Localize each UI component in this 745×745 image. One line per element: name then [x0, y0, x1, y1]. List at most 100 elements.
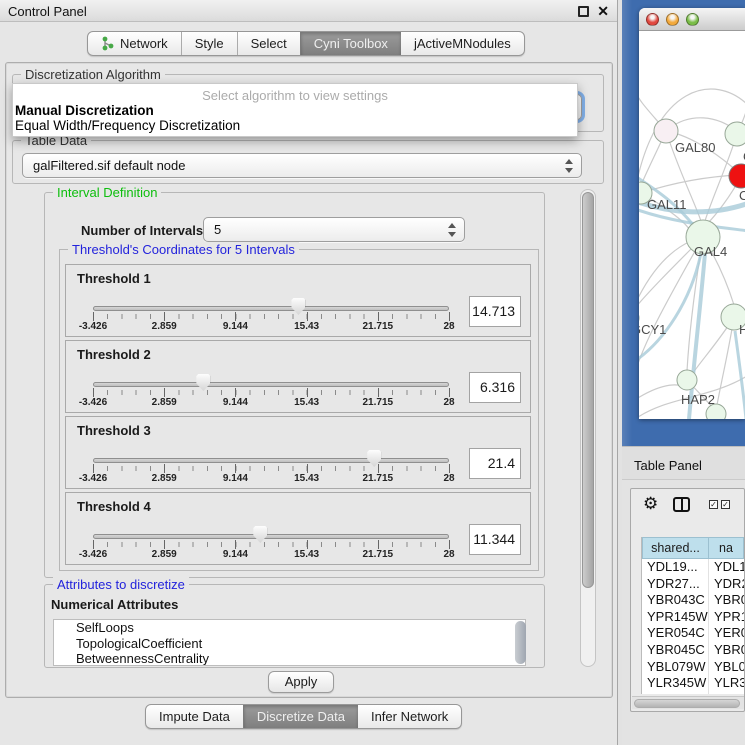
numerical-attributes-list[interactable]: SelfLoopsTopologicalCoefficientBetweenne…: [53, 619, 526, 666]
attribute-list-item[interactable]: TopologicalCoefficient: [54, 636, 525, 652]
table-data-combo[interactable]: galFiltered.sif default node: [22, 153, 582, 178]
table-row[interactable]: YLR345WYLR3: [642, 675, 744, 692]
slider-track[interactable]: [93, 382, 449, 387]
table-cell-shared-name[interactable]: YPR145W: [642, 609, 709, 626]
threshold-value-field[interactable]: 11.344: [469, 524, 521, 555]
tab-discretize-data[interactable]: Discretize Data: [243, 705, 358, 728]
slider-major-tick: [378, 464, 379, 473]
network-edge-highlighted: [639, 253, 701, 361]
table-row[interactable]: YBR043CYBR0: [642, 592, 744, 609]
table-cell-shared-name[interactable]: YIL052C: [642, 692, 709, 694]
table-cell-name[interactable]: YBR0: [709, 592, 744, 609]
slider-thumb[interactable]: [196, 374, 210, 391]
slider-thumb[interactable]: [253, 526, 267, 543]
control-panel-titlebar: Control Panel ✕: [0, 0, 617, 22]
slider-major-tick: [235, 464, 236, 473]
network-node[interactable]: [725, 122, 745, 146]
close-panel-icon[interactable]: ✕: [597, 3, 609, 20]
slider-tick-label: -3.426: [79, 473, 107, 484]
float-window-icon[interactable]: [578, 6, 589, 17]
table-cell-name[interactable]: YBL0: [709, 659, 744, 676]
table-row[interactable]: YDL19...YDL1: [642, 559, 744, 576]
slider-thumb[interactable]: [367, 450, 381, 467]
table-cell-shared-name[interactable]: YDL19...: [642, 559, 709, 576]
close-traffic-light[interactable]: [646, 13, 659, 26]
slider-track[interactable]: [93, 534, 449, 539]
network-canvas[interactable]: GAL80GAGAL11CGAL4GCY1HHAP2: [639, 31, 745, 419]
table-cell-name[interactable]: YDL1: [709, 559, 744, 576]
slider-major-tick: [93, 312, 94, 321]
slider-tick-label: 28: [443, 549, 454, 560]
tab-network[interactable]: Network: [88, 32, 181, 55]
slider-track[interactable]: [93, 306, 449, 311]
table-cell-name[interactable]: YPR1: [709, 609, 744, 626]
attribute-list-item[interactable]: SelfLoops: [54, 620, 525, 636]
threshold-value-field[interactable]: 6.316: [469, 372, 521, 403]
tab-select-label: Select: [251, 36, 287, 51]
table-row[interactable]: YER054CYER0: [642, 625, 744, 642]
table-cell-shared-name[interactable]: YBR043C: [642, 592, 709, 609]
table-row[interactable]: YIL052CYIL0: [642, 692, 744, 694]
attributes-list-scrollbar[interactable]: [515, 621, 526, 664]
threshold-label: Threshold 1: [77, 271, 151, 286]
number-of-intervals-value: 5: [214, 222, 221, 237]
table-horizontal-scrollbar-thumb[interactable]: [634, 699, 740, 708]
slider-major-tick: [449, 540, 450, 549]
slider-tick-label: 28: [443, 473, 454, 484]
table-cell-shared-name[interactable]: YLR345W: [642, 675, 709, 692]
algorithm-dropdown-popup: Select algorithm to view settings Manual…: [12, 83, 578, 137]
number-of-intervals-combo[interactable]: 5: [203, 217, 465, 242]
threshold-value-field[interactable]: 14.713: [469, 296, 521, 327]
tab-style[interactable]: Style: [181, 32, 237, 55]
slider-tick-label: 21.715: [363, 397, 394, 408]
slider-track[interactable]: [93, 458, 449, 463]
network-node-label: HAP2: [681, 392, 715, 407]
threshold-label: Threshold 4: [77, 499, 151, 514]
slider-tick-label: 9.144: [223, 397, 248, 408]
attribute-list-item[interactable]: BetweennessCentrality: [54, 651, 525, 666]
network-node-label: H: [739, 322, 745, 337]
slider-thumb[interactable]: [291, 298, 305, 315]
table-horizontal-scrollbar[interactable]: [632, 696, 744, 709]
table-cell-name[interactable]: YLR3: [709, 675, 744, 692]
attributes-title: Attributes to discretize: [53, 577, 189, 592]
table-cell-name[interactable]: YBR0: [709, 642, 744, 659]
minimize-traffic-light[interactable]: [666, 13, 679, 26]
table-cell-shared-name[interactable]: YDR27...: [642, 576, 709, 593]
slider-major-tick: [307, 464, 308, 473]
network-view-frame: GAL80GAGAL11CGAL4GCY1HHAP2: [622, 0, 745, 446]
table-row[interactable]: YDR27...YDR2: [642, 576, 744, 593]
network-node-label: C: [739, 188, 745, 203]
apply-button[interactable]: Apply: [268, 671, 334, 693]
algorithm-option-manual[interactable]: Manual Discretization: [13, 103, 577, 118]
tab-select[interactable]: Select: [237, 32, 300, 55]
zoom-traffic-light[interactable]: [686, 13, 699, 26]
select-none-columns-icon[interactable]: ✓: [721, 500, 730, 509]
select-all-columns-icon[interactable]: ✓: [709, 500, 718, 509]
settings-scrollbar[interactable]: [580, 189, 596, 667]
tab-jactivemnodules[interactable]: jActiveMNodules: [401, 32, 524, 55]
table-row[interactable]: YBL079WYBL0: [642, 659, 744, 676]
table-cell-shared-name[interactable]: YBL079W: [642, 659, 709, 676]
tab-infer-network[interactable]: Infer Network: [358, 705, 461, 728]
threshold-value-field[interactable]: 21.4: [469, 448, 521, 479]
table-cell-name[interactable]: YIL0: [709, 692, 744, 694]
table-cell-shared-name[interactable]: YBR045C: [642, 642, 709, 659]
column-header-shared-name[interactable]: shared...: [642, 537, 709, 559]
network-node[interactable]: [729, 164, 745, 188]
table-row[interactable]: YPR145WYPR1: [642, 609, 744, 626]
slider-tick-label: 21.715: [363, 549, 394, 560]
split-columns-icon[interactable]: [673, 497, 690, 512]
table-cell-name[interactable]: YER0: [709, 625, 744, 642]
column-header-name[interactable]: na: [709, 537, 744, 559]
settings-scrollbar-thumb[interactable]: [582, 192, 594, 588]
table-cell-shared-name[interactable]: YER054C: [642, 625, 709, 642]
table-row[interactable]: YBR045CYBR0: [642, 642, 744, 659]
algorithm-option-equal-width[interactable]: Equal Width/Frequency Discretization: [13, 118, 577, 133]
network-node[interactable]: [677, 370, 697, 390]
tab-impute-data[interactable]: Impute Data: [146, 705, 243, 728]
table-cell-name[interactable]: YDR2: [709, 576, 744, 593]
gear-icon[interactable]: ⚙: [643, 494, 658, 514]
tab-cyni-toolbox[interactable]: Cyni Toolbox: [300, 32, 401, 55]
tab-discretize-data-label: Discretize Data: [257, 709, 345, 724]
